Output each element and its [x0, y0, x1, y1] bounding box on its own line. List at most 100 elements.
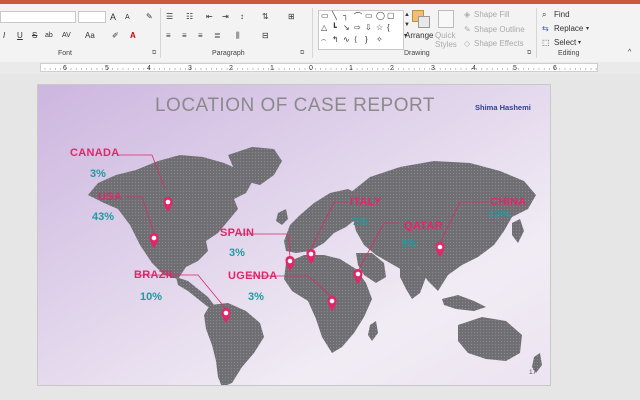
shapes-gallery[interactable]: ▭ ╲ ┐ ⌒ ▭ ◯ ▢ △ ┗ ↘ ⇨ ⇩ ☆ { ⌢ ↰ ∿ ⟨ } ✧	[318, 10, 404, 50]
select-button[interactable]: Select	[554, 38, 576, 48]
quick-styles-icon[interactable]	[438, 10, 454, 28]
select-dropdown-icon[interactable]: ▾	[578, 38, 581, 48]
slide-canvas[interactable]: LOCATION OF CASE REPORT Shima Hashemi CA…	[37, 84, 551, 386]
central-america-shape	[176, 277, 214, 307]
paragraph-dialog-launcher-icon[interactable]: ⧉	[300, 48, 304, 58]
percentage-canada[interactable]: 3%	[90, 168, 106, 180]
find-icon[interactable]: ⌕	[542, 10, 546, 20]
justify-icon[interactable]: ≣	[214, 31, 221, 41]
slide-author[interactable]: Shima Hashemi	[475, 103, 531, 112]
connector-shape-icon[interactable]: ↘	[343, 23, 350, 32]
smartart-icon[interactable]: ⊞	[288, 12, 295, 22]
arrange-icon[interactable]	[412, 10, 430, 28]
gallery-scroll-down-icon[interactable]: ▼	[404, 20, 410, 30]
font-group-label: Font	[58, 50, 73, 57]
align-left-icon[interactable]: ≡	[166, 31, 171, 41]
drawing-dialog-launcher-icon[interactable]: ⧉	[527, 48, 531, 58]
change-case-button[interactable]: Aa	[85, 31, 95, 41]
ruler-number: 1	[270, 65, 274, 72]
rounded-rect-shape-icon[interactable]: ▢	[387, 11, 395, 20]
oval-shape-icon[interactable]: ◯	[376, 11, 385, 20]
horizontal-ruler[interactable]: 6 5 4 3 2 1 0 1 2 3 4 5 6	[40, 63, 598, 72]
slide-number: 17	[529, 369, 537, 376]
collapse-ribbon-icon[interactable]: ^	[628, 48, 631, 58]
numbering-icon[interactable]: ☷	[186, 12, 193, 22]
percentage-brazil[interactable]: 10%	[140, 291, 162, 303]
brace2-shape-icon[interactable]: }	[365, 35, 368, 44]
shape-effects-icon[interactable]: ◇	[464, 39, 470, 49]
triangle-shape-icon[interactable]: △	[321, 23, 327, 32]
textbox-shape-icon[interactable]: ▭	[321, 11, 329, 20]
italic-button[interactable]: I	[3, 31, 5, 41]
percentage-china[interactable]: 12%	[488, 209, 510, 221]
percentage-usa[interactable]: 43%	[92, 211, 114, 223]
decrease-indent-icon[interactable]: ⇤	[206, 12, 213, 22]
font-color-icon[interactable]: A	[130, 31, 136, 41]
font-name-combo[interactable]	[0, 11, 76, 23]
font-dialog-launcher-icon[interactable]: ⧉	[152, 48, 156, 58]
country-label-qatar[interactable]: QATAR	[404, 220, 443, 232]
quick-styles-button[interactable]: Quick Styles	[435, 31, 461, 49]
select-icon[interactable]: ⬚	[542, 38, 550, 48]
percentage-uganda[interactable]: 3%	[248, 291, 264, 303]
percentage-spain[interactable]: 3%	[229, 247, 245, 259]
ruler-number: 6	[63, 65, 67, 72]
text-direction-icon[interactable]: ⇅	[262, 12, 269, 22]
replace-icon[interactable]: ⇆	[542, 24, 549, 34]
ruler-number: 0	[309, 65, 313, 72]
bracket-shape-icon[interactable]: ⟨	[354, 35, 357, 44]
character-spacing-button[interactable]: AV	[62, 31, 71, 41]
replace-dropdown-icon[interactable]: ▾	[586, 24, 589, 34]
rectangle-shape-icon[interactable]: ▭	[365, 11, 373, 20]
country-label-brazil[interactable]: BRAZIL	[134, 269, 176, 281]
bent-shape-icon[interactable]: ↰	[332, 35, 339, 44]
shape-outline-button[interactable]: Shape Outline	[474, 25, 525, 35]
country-label-china[interactable]: CHINA	[490, 196, 526, 208]
shrink-font-button[interactable]: A	[125, 13, 130, 23]
wave-shape-icon[interactable]: ∿	[343, 35, 350, 44]
highlight-icon[interactable]: ✐	[112, 31, 119, 41]
grow-font-button[interactable]: A	[110, 12, 116, 22]
arc-shape-icon[interactable]: ⌢	[321, 35, 326, 45]
country-label-usa[interactable]: USA	[98, 191, 122, 203]
replace-button[interactable]: Replace	[554, 24, 583, 34]
percentage-italy[interactable]: 7%	[352, 216, 368, 228]
shape-fill-icon[interactable]: ◈	[464, 10, 470, 20]
country-label-canada[interactable]: CANADA	[70, 147, 119, 159]
down-arrow-shape-icon[interactable]: ⇩	[365, 23, 372, 32]
ruler-number: 4	[147, 65, 151, 72]
clear-formatting-icon[interactable]: ✎	[146, 12, 153, 22]
text-shadow-button[interactable]: ab	[45, 31, 53, 41]
align-text-icon[interactable]: ⊟	[262, 31, 269, 41]
find-button[interactable]: Find	[554, 10, 570, 20]
curve-shape-icon[interactable]: ⌒	[354, 11, 362, 22]
shape-effects-button[interactable]: Shape Effects	[474, 39, 524, 49]
align-center-icon[interactable]: ≡	[182, 31, 187, 41]
columns-icon[interactable]: ⫼	[236, 31, 240, 41]
country-label-italy[interactable]: ITALY	[350, 196, 381, 208]
strikethrough-button[interactable]: S	[32, 31, 37, 41]
line-spacing-icon[interactable]: ↕	[240, 12, 244, 22]
percentage-qatar[interactable]: 3%	[401, 238, 417, 250]
south-america-shape	[204, 303, 264, 385]
line-shape-icon[interactable]: ╲	[332, 11, 337, 20]
increase-indent-icon[interactable]: ⇥	[222, 12, 229, 22]
country-label-spain[interactable]: SPAIN	[220, 227, 254, 239]
star2-shape-icon[interactable]: ✧	[376, 35, 383, 44]
underline-button[interactable]: U	[17, 31, 23, 41]
gallery-scroll-up-icon[interactable]: ▲	[404, 10, 410, 20]
uk-shape	[276, 209, 288, 225]
elbow2-shape-icon[interactable]: ┗	[332, 23, 337, 32]
ruler-number: 5	[513, 65, 517, 72]
bullets-icon[interactable]: ☰	[166, 12, 173, 22]
elbow-shape-icon[interactable]: ┐	[343, 11, 349, 20]
arrow-shape-icon[interactable]: ⇨	[354, 23, 361, 32]
font-size-combo[interactable]	[78, 11, 106, 23]
country-label-uganda[interactable]: UGENDA	[228, 270, 277, 282]
arrange-button[interactable]: Arrange	[405, 31, 433, 41]
star-shape-icon[interactable]: ☆	[376, 23, 383, 32]
shape-outline-icon[interactable]: ✎	[464, 25, 471, 35]
brace-shape-icon[interactable]: {	[387, 23, 390, 32]
align-right-icon[interactable]: ≡	[198, 31, 203, 41]
shape-fill-button[interactable]: Shape Fill	[474, 10, 510, 20]
